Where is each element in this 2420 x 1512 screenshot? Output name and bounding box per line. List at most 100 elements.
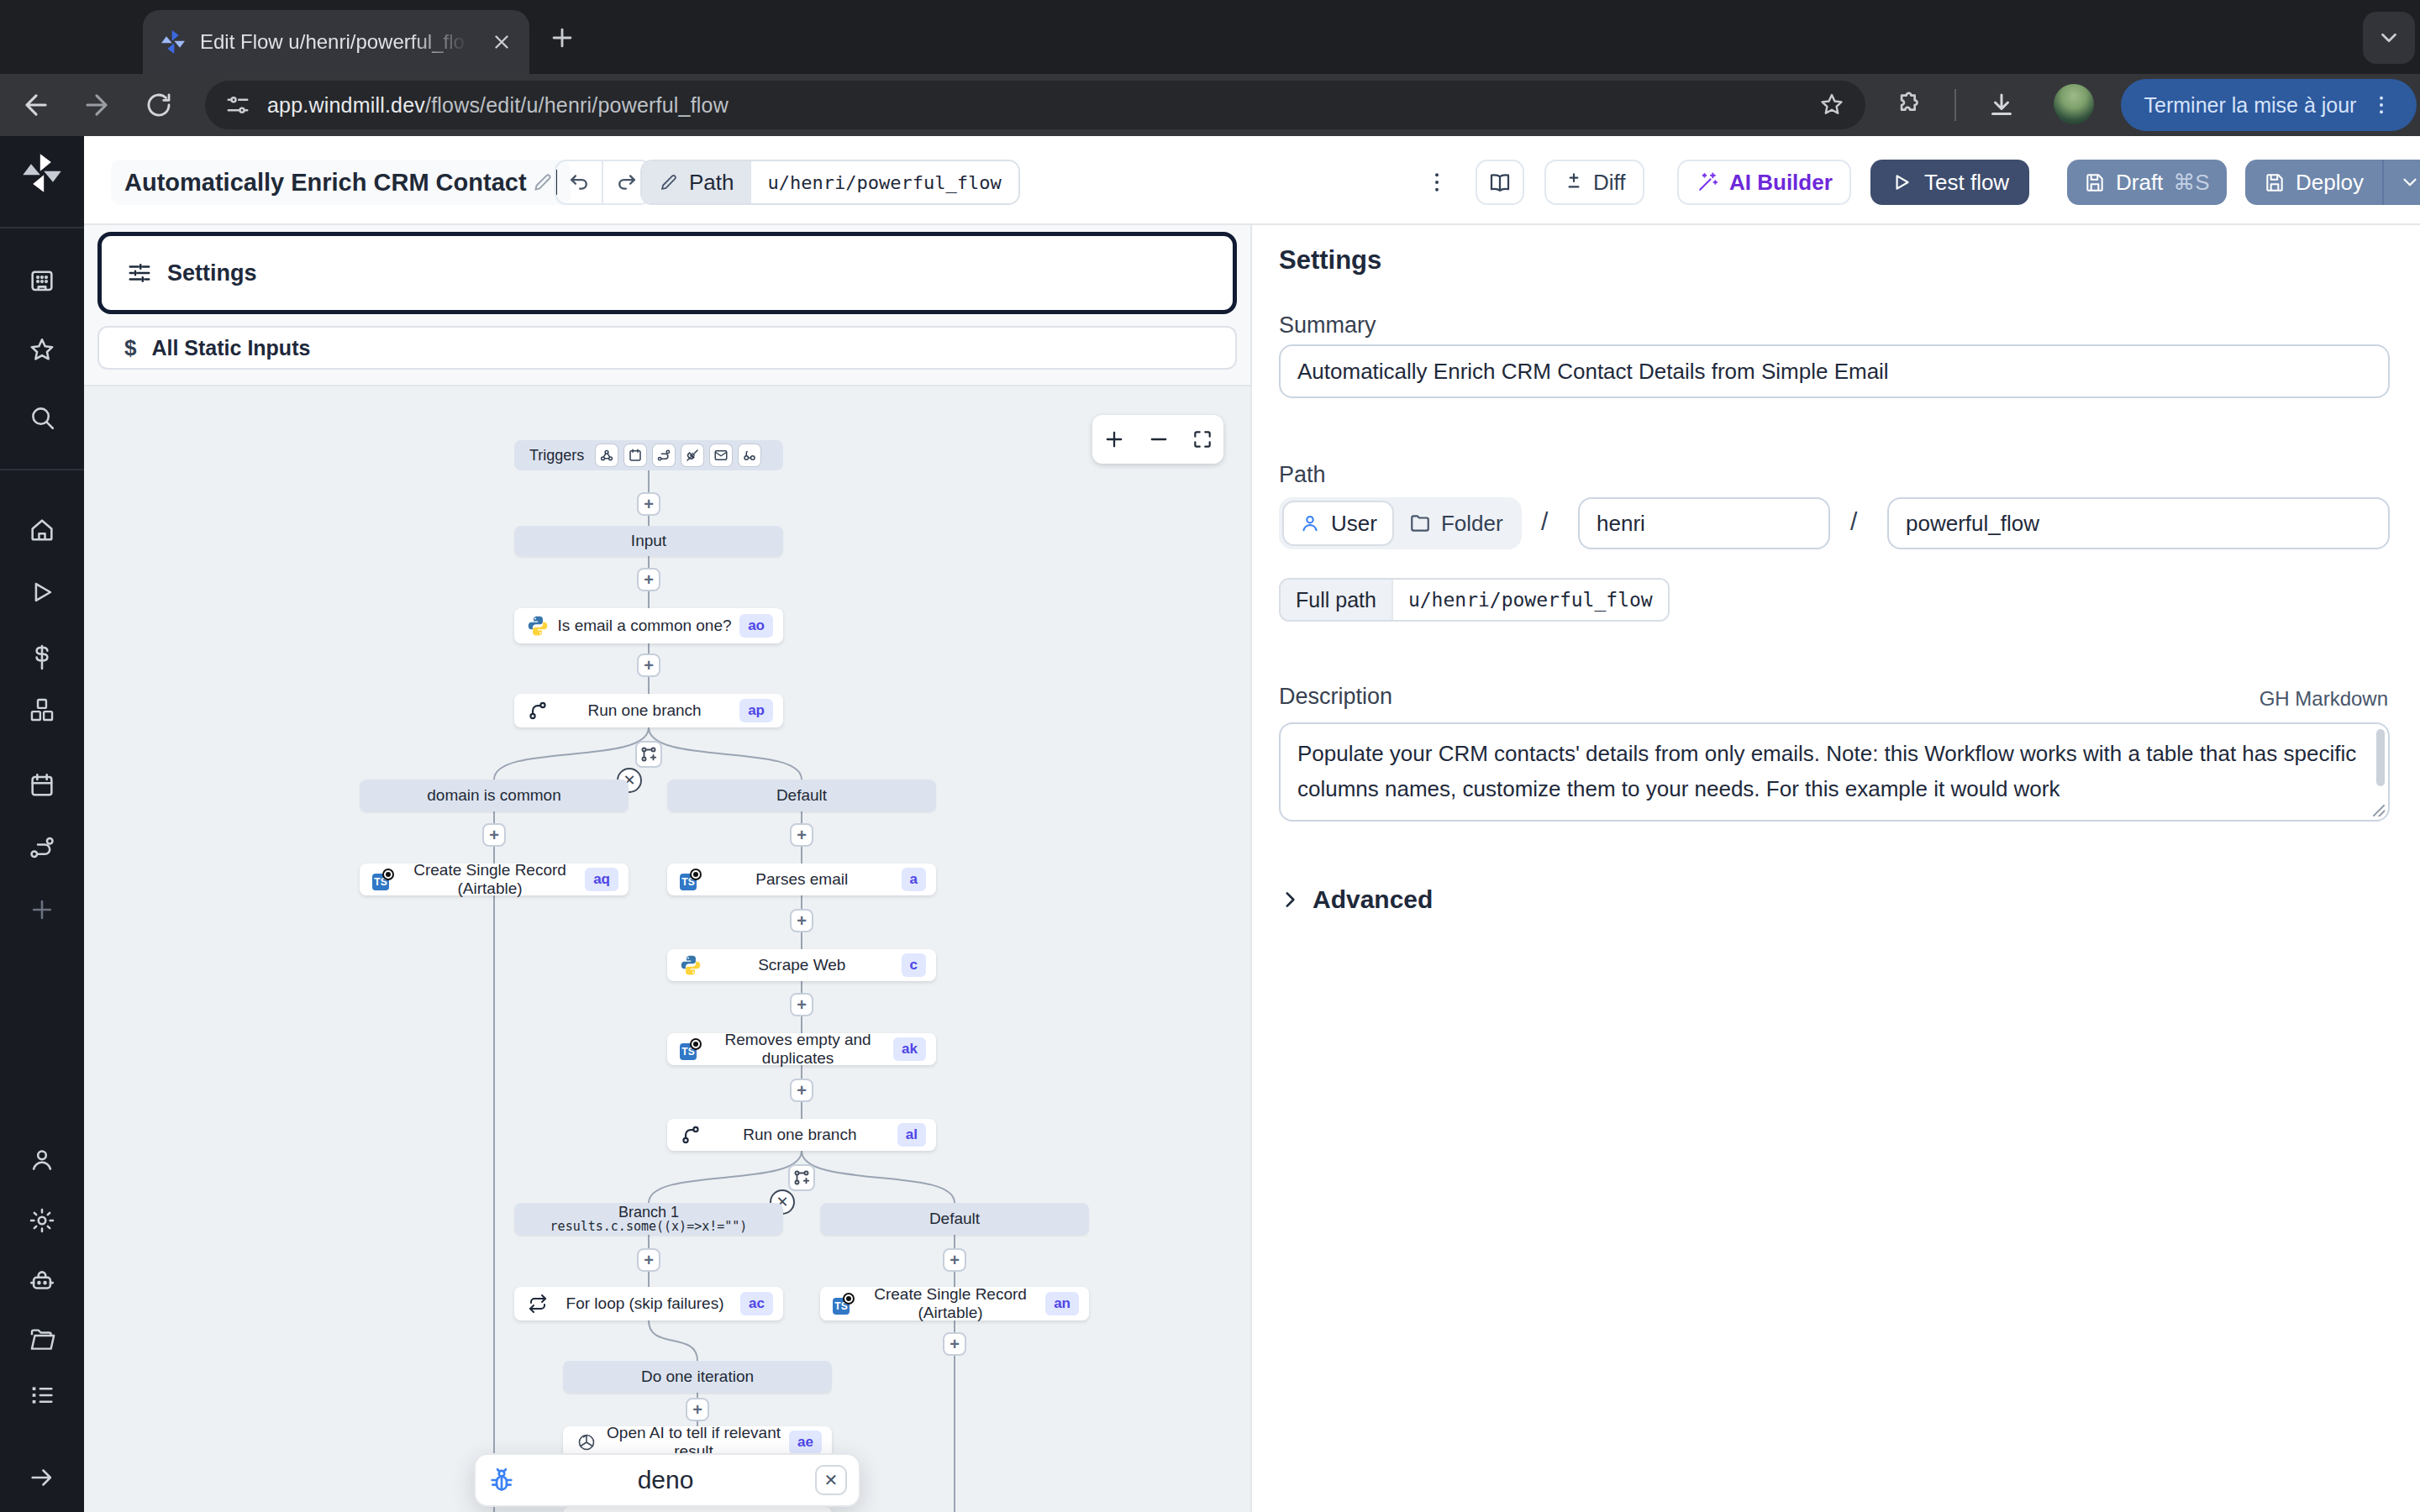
deno-tooltip[interactable]: deno ✕ [474, 1453, 860, 1507]
sidebar-item-apps[interactable] [0, 267, 84, 296]
flow-node[interactable]: TS Parses emaila [667, 864, 936, 895]
email-trigger-icon[interactable] [710, 444, 732, 466]
openai-icon [575, 1431, 598, 1454]
insert-step-button[interactable]: + [790, 909, 813, 932]
sidebar-item-resources[interactable] [0, 696, 84, 724]
browser-update-button[interactable]: Terminer la mise à jour [2121, 79, 2417, 131]
flow-node[interactable]: Run one branchap [514, 694, 783, 727]
flow-node-branch[interactable]: Default [820, 1203, 1089, 1235]
insert-step-button[interactable]: + [686, 1398, 709, 1421]
sidebar-item-home[interactable] [0, 516, 84, 544]
insert-step-button[interactable]: + [790, 823, 813, 847]
nav-static-inputs-box[interactable]: $ All Static Inputs [97, 326, 1237, 370]
folder-toggle[interactable]: Folder [1394, 511, 1518, 537]
new-tab-icon[interactable] [548, 24, 576, 52]
flow-title[interactable]: Automatically Enrich CRM Contact [111, 160, 571, 205]
user-toggle[interactable]: User [1282, 501, 1394, 546]
sidebar-item-account[interactable] [0, 1146, 84, 1174]
flow-node-branch[interactable]: domain is common [360, 780, 629, 811]
insert-step-button[interactable]: + [790, 1079, 813, 1102]
flow-node-input[interactable]: Input [514, 526, 783, 556]
sidebar-item-folders[interactable] [0, 1326, 84, 1354]
address-bar[interactable]: app.windmill.dev/flows/edit/u/henri/powe… [205, 81, 1865, 129]
sidebar-collapse-icon[interactable] [0, 1463, 84, 1492]
deploy-button[interactable]: Deploy [2245, 160, 2420, 205]
nav-settings-box[interactable]: Settings [97, 232, 1237, 314]
poll-trigger-icon[interactable] [739, 444, 760, 466]
route-trigger-icon[interactable] [653, 444, 675, 466]
flow-node-partial[interactable]: ag [563, 1507, 832, 1512]
insert-step-button[interactable]: + [637, 492, 660, 516]
zoom-out-icon[interactable] [1147, 428, 1171, 451]
schedule-trigger-icon[interactable] [624, 444, 646, 466]
sidebar-item-logs[interactable] [0, 1381, 84, 1410]
docs-button[interactable] [1476, 160, 1524, 205]
insert-step-button[interactable]: + [637, 654, 660, 677]
insert-step-button[interactable]: + [943, 1332, 966, 1356]
add-branch-button[interactable] [788, 1164, 815, 1191]
insert-step-button[interactable]: + [637, 568, 660, 591]
add-branch-button[interactable] [635, 741, 662, 768]
zoom-in-icon[interactable] [1102, 428, 1126, 451]
flow-node[interactable]: Run one branchal [667, 1119, 936, 1151]
insert-step-button[interactable]: + [943, 1248, 966, 1272]
websocket-trigger-icon[interactable] [681, 444, 703, 466]
sidebar-item-variables[interactable] [0, 642, 84, 670]
fit-view-icon[interactable] [1192, 428, 1213, 450]
more-options-kebab[interactable] [1420, 160, 1454, 205]
sidebar-item-search[interactable] [0, 403, 84, 432]
tab-search-button[interactable] [2363, 12, 2415, 64]
path-name-input[interactable]: powerful_flow [1887, 497, 2390, 549]
flow-node-iteration[interactable]: Do one iteration [563, 1361, 832, 1393]
close-tooltip-button[interactable]: ✕ [815, 1465, 847, 1495]
insert-step-button[interactable]: + [637, 1248, 660, 1272]
flow-node[interactable]: Is email a common one?ao [514, 608, 783, 643]
ai-builder-button[interactable]: AI Builder [1677, 160, 1851, 205]
sidebar-item-add[interactable] [0, 895, 84, 924]
flow-node[interactable]: TS Create Single Record (Airtable)aq [360, 864, 629, 895]
summary-input[interactable]: Automatically Enrich CRM Contact Details… [1279, 344, 2390, 398]
flow-node[interactable]: TS Create Single Record (Airtable)an [820, 1287, 1089, 1320]
reload-button[interactable] [145, 91, 173, 119]
sidebar-item-runs[interactable] [0, 578, 84, 606]
insert-step-button[interactable]: + [482, 823, 506, 847]
diff-button[interactable]: Diff [1544, 160, 1644, 205]
test-flow-button[interactable]: Test flow [1870, 160, 2029, 205]
undo-button[interactable] [555, 160, 603, 205]
flow-graph-canvas[interactable]: Triggers + + + + + + + + + + + + ✕ [84, 386, 1250, 1512]
insert-step-button[interactable]: + [790, 993, 813, 1016]
textarea-resize-handle[interactable] [2373, 805, 2385, 816]
back-button[interactable] [20, 89, 52, 121]
bookmark-star-icon[interactable] [1818, 92, 1845, 118]
tab-close-icon[interactable] [491, 31, 513, 53]
flow-node[interactable]: TS Removes empty and duplicatesak [667, 1033, 936, 1065]
textarea-scrollbar[interactable] [2376, 729, 2385, 786]
path-button[interactable]: Path u/henri/powerful_flow [640, 160, 1020, 205]
flow-node[interactable]: For loop (skip failures)ac [514, 1287, 783, 1320]
windmill-logo[interactable] [0, 151, 84, 195]
extensions-icon[interactable] [1896, 91, 1924, 119]
profile-avatar[interactable] [2054, 84, 2094, 124]
advanced-toggle[interactable]: Advanced [1279, 885, 1433, 914]
browser-menu-kebab-icon[interactable] [2370, 93, 2393, 117]
triggers-node[interactable]: Triggers [514, 440, 783, 470]
path-user-input[interactable]: henri [1578, 497, 1830, 549]
flow-node[interactable]: Scrape Webc [667, 949, 936, 981]
webhook-trigger-icon[interactable] [596, 444, 618, 466]
flow-node-branch[interactable]: Branch 1 results.c.some((x)=>x!="") [514, 1203, 783, 1235]
sidebar-item-schedules[interactable] [0, 771, 84, 800]
deploy-dropdown[interactable] [2382, 160, 2420, 205]
download-icon[interactable] [1986, 90, 2017, 120]
flow-node-branch[interactable]: Default [667, 780, 936, 811]
sidebar-item-favorites[interactable] [0, 336, 84, 365]
path-separator: / [1541, 507, 1548, 536]
draft-button[interactable]: Draft⌘S [2067, 160, 2227, 205]
canvas-zoom-controls[interactable] [1092, 415, 1223, 464]
description-textarea[interactable]: Populate your CRM contacts' details from… [1279, 722, 2390, 822]
sidebar-item-routes[interactable] [0, 833, 84, 862]
forward-button[interactable] [81, 89, 113, 121]
sidebar-item-settings[interactable] [0, 1206, 84, 1235]
site-settings-icon[interactable] [225, 92, 250, 118]
sidebar-item-workers[interactable] [0, 1267, 84, 1295]
browser-tab[interactable]: Edit Flow u/henri/powerful_flo [143, 10, 529, 74]
